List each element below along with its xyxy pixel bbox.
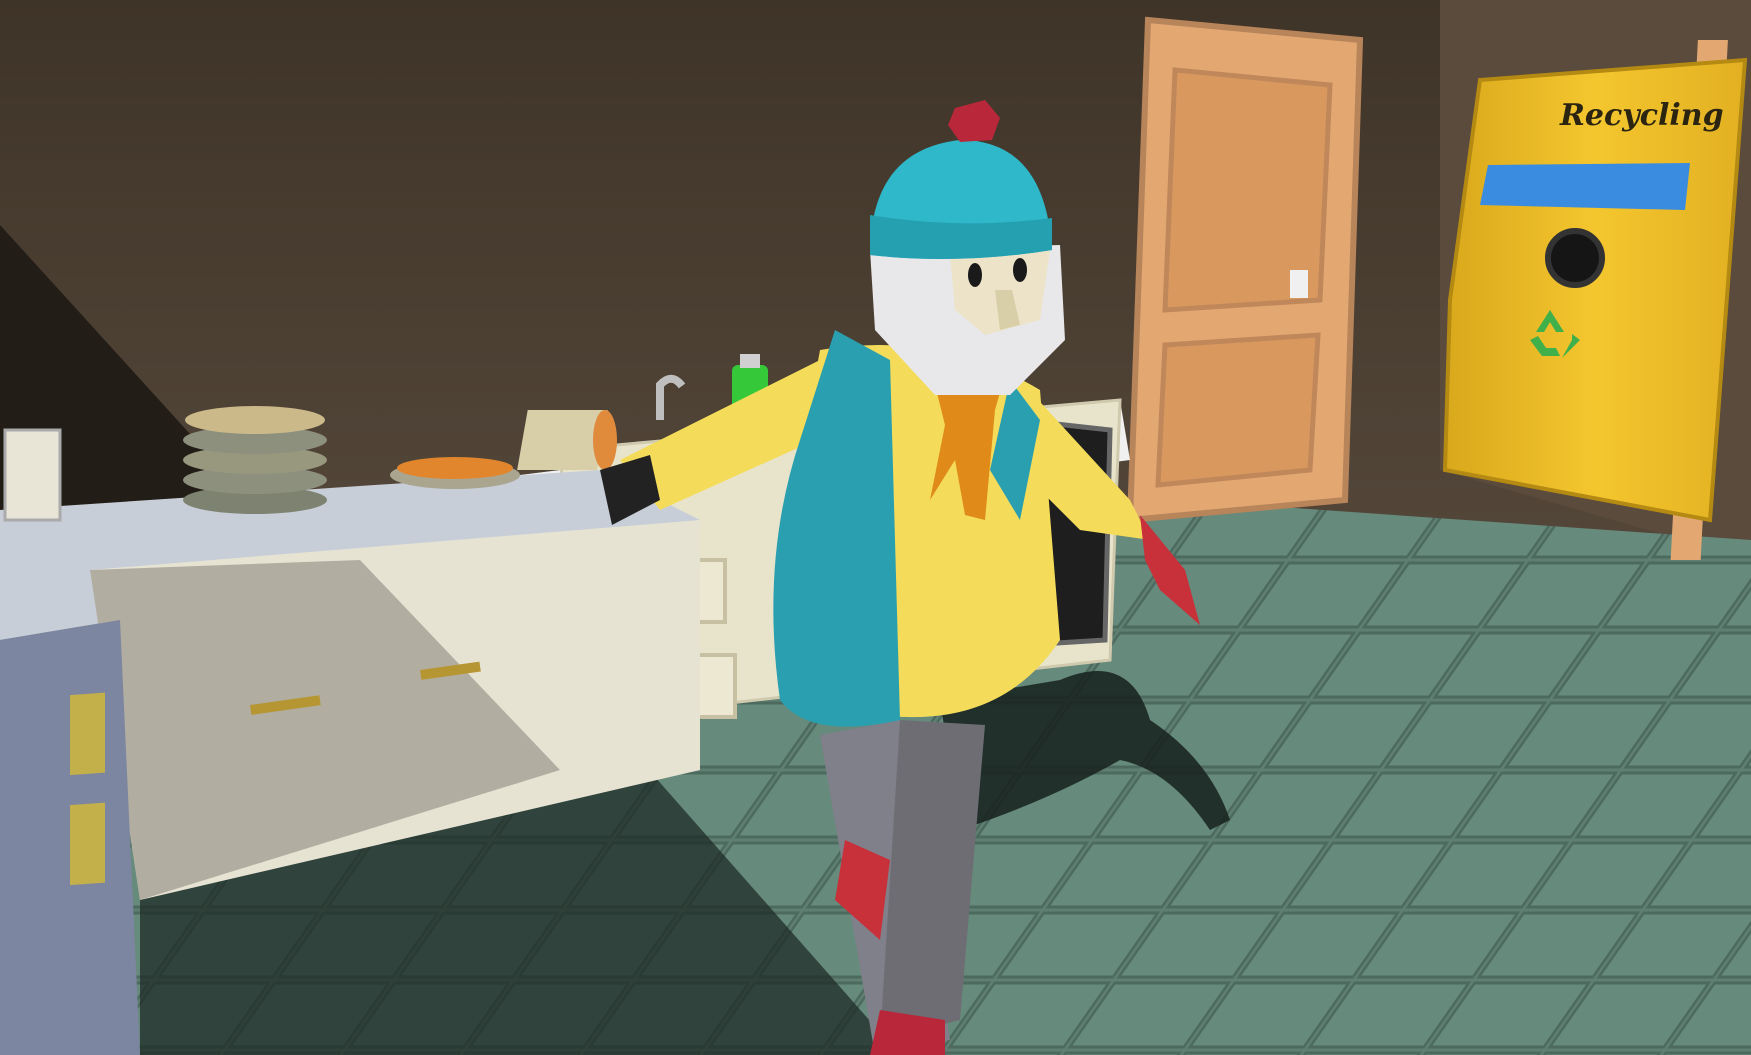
door[interactable] [1126,16,1364,524]
character-eye-left [968,263,982,287]
recycling-label: Recycling [1559,98,1724,133]
recycling-bin[interactable]: Recycling [1442,57,1748,523]
scene-render: Recycling [0,0,1751,1055]
plate-stack[interactable] [183,406,327,514]
dirty-plate[interactable] [390,457,520,489]
wall-socket [3,428,62,522]
door-handle[interactable] [1290,270,1308,298]
recycling-slot [1480,163,1690,210]
game-viewport[interactable]: Recycling [0,0,1751,1055]
dish-rack[interactable] [517,410,617,470]
character-eye-right [1013,258,1027,282]
recycling-hole [1545,228,1605,288]
